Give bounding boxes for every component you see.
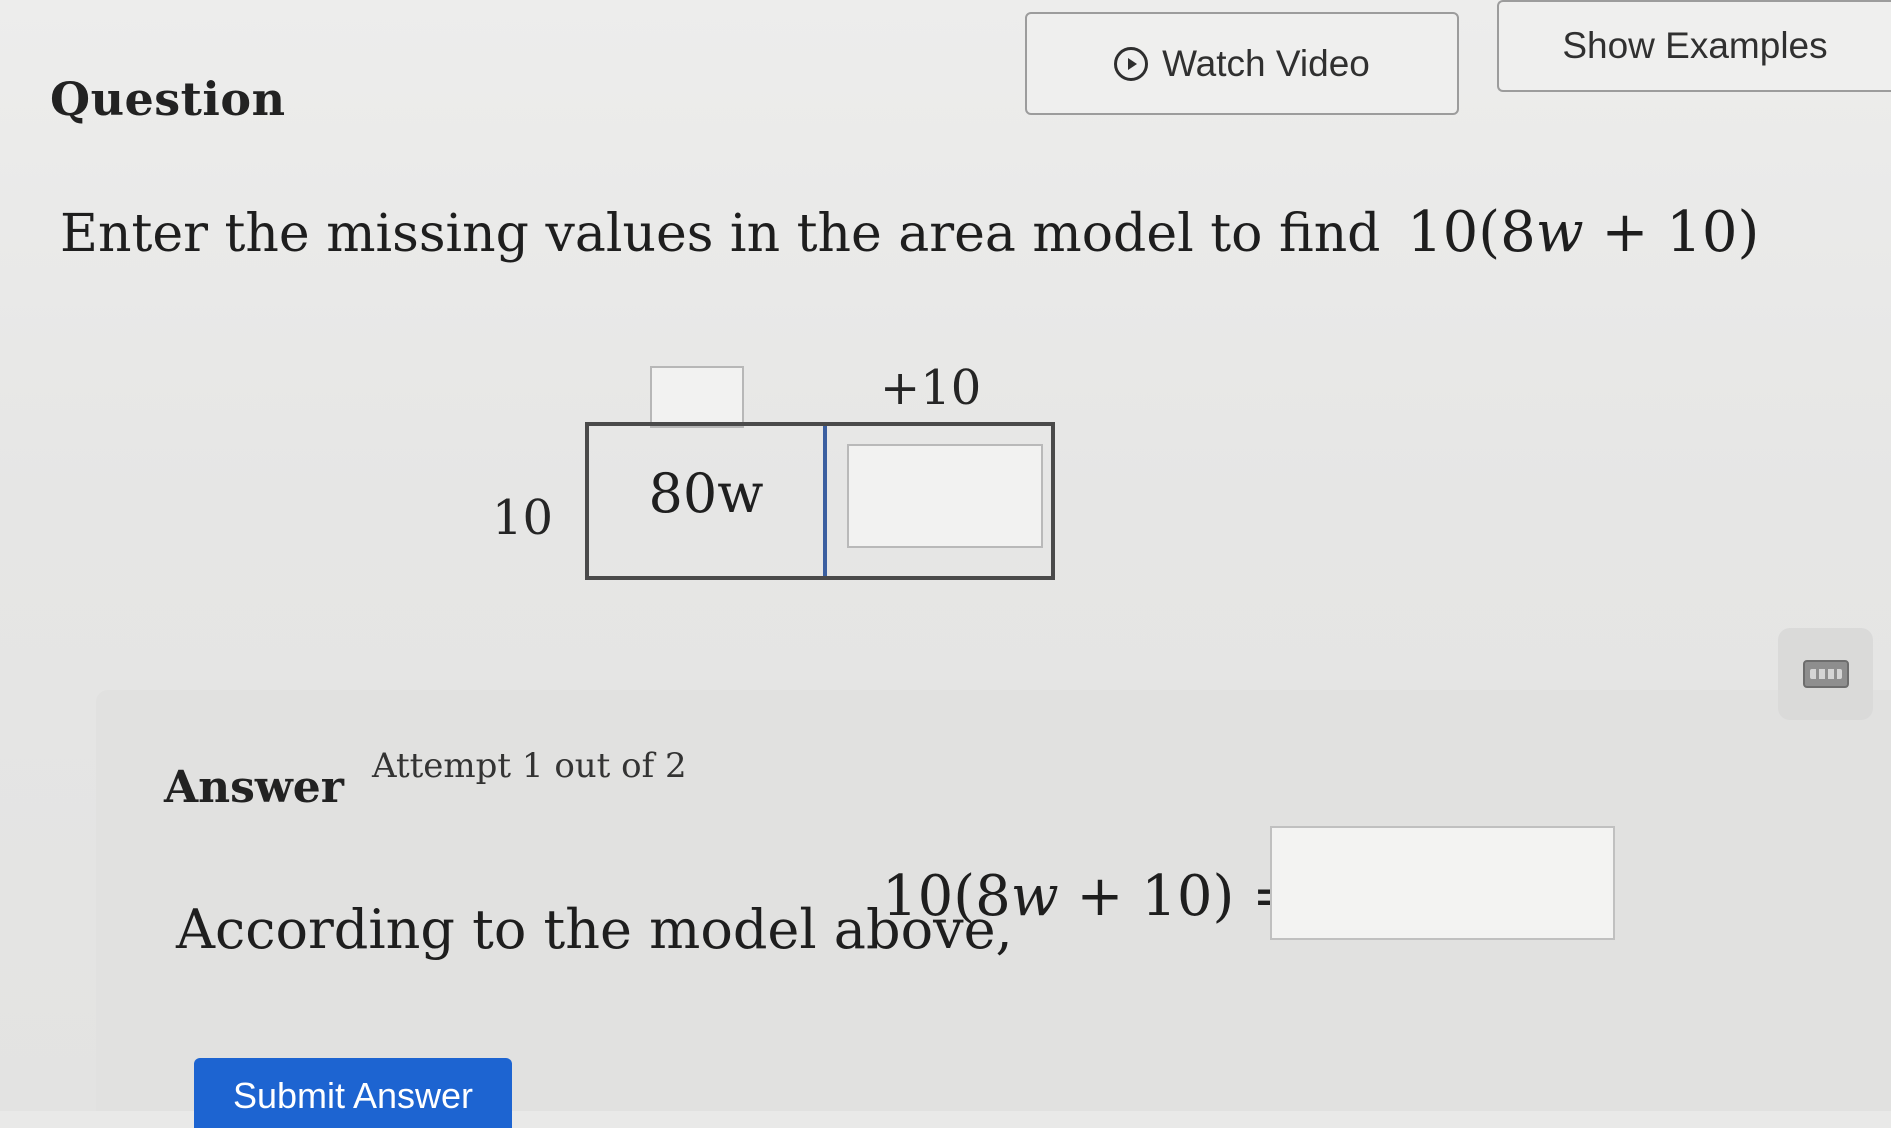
eq-open: (: [953, 864, 976, 929]
eq-coef: 10: [882, 864, 954, 929]
area-model-grid: 80w: [585, 422, 1055, 580]
expr-var: w: [1535, 200, 1584, 265]
attempt-counter: Attempt 1 out of 2: [372, 746, 687, 786]
area-model-side-label: 10: [492, 490, 554, 546]
expr-open: (: [1478, 200, 1501, 265]
eq-inner-coef: 8: [975, 864, 1011, 929]
watch-video-label: Watch Video: [1162, 42, 1370, 84]
area-model: +10 10 80w: [480, 360, 1080, 610]
submit-answer-button[interactable]: Submit Answer: [194, 1058, 512, 1128]
show-examples-label: Show Examples: [1562, 25, 1828, 66]
expr-plus: +: [1583, 200, 1667, 265]
area-model-known-cell: 80w: [589, 426, 827, 576]
show-examples-button[interactable]: Show Examples: [1497, 0, 1891, 92]
expr-inner-coef: 8: [1500, 200, 1536, 265]
prompt-expression: 10(8w + 10): [1407, 200, 1759, 265]
watch-video-button[interactable]: Watch Video: [1025, 12, 1459, 115]
page-title: Question: [50, 72, 286, 126]
answer-equation: 10(8w + 10) =: [882, 864, 1299, 929]
question-prompt: Enter the missing values in the area mod…: [60, 200, 1759, 265]
page: Question Watch Video Show Examples Enter…: [0, 0, 1891, 1128]
expr-const: 10: [1666, 200, 1738, 265]
answer-input[interactable]: [1270, 826, 1615, 940]
area-model-cell-input[interactable]: [847, 444, 1043, 548]
expr-coef: 10: [1407, 200, 1479, 265]
area-model-right-cell: [827, 426, 1051, 576]
area-model-top-label: +10: [880, 360, 982, 416]
play-circle-icon: [1114, 46, 1149, 81]
eq-const: 10: [1141, 864, 1213, 929]
keypad-button[interactable]: [1778, 628, 1873, 720]
eq-plus: +: [1058, 864, 1142, 929]
eq-var: w: [1010, 864, 1059, 929]
eq-close: ): [1212, 864, 1235, 929]
area-model-top-input[interactable]: [650, 366, 744, 428]
prompt-text: Enter the missing values in the area mod…: [60, 204, 1381, 264]
keypad-icon: [1802, 660, 1849, 688]
answer-label: Answer: [164, 762, 344, 813]
expr-close: ): [1737, 200, 1760, 265]
